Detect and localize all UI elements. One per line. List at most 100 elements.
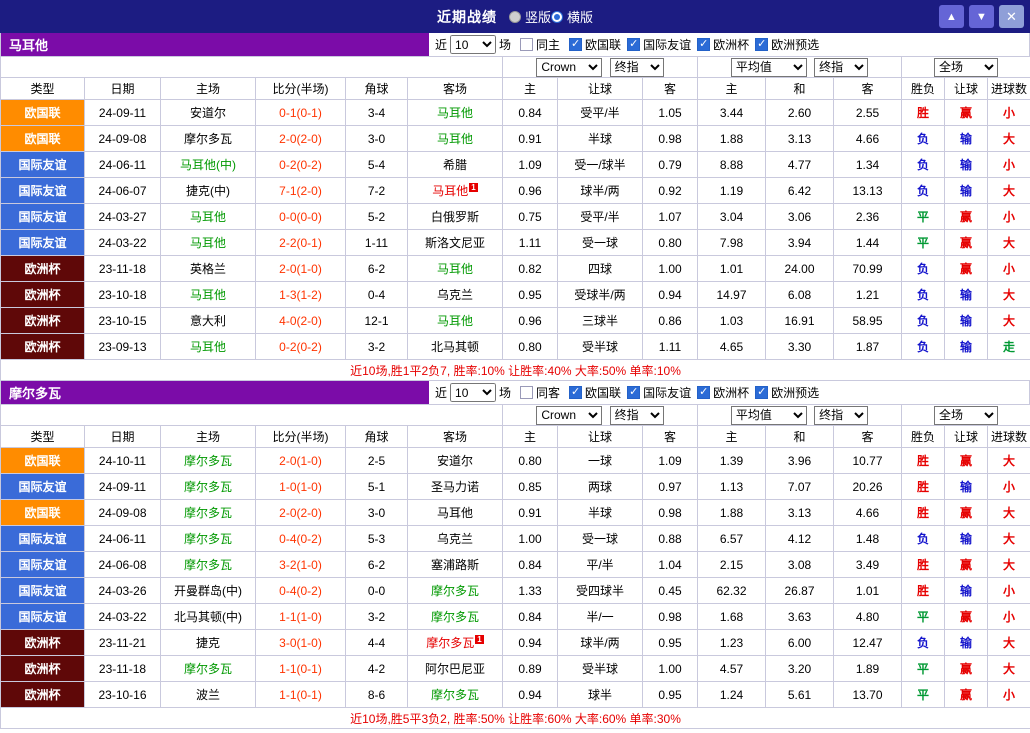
close-button[interactable]: ✕ (999, 5, 1024, 28)
bookmaker-select[interactable]: Crown (536, 405, 603, 425)
home-team-cell: 意大利 (160, 307, 256, 334)
column-header-row: 类型 日期 主场 比分(半场) 角球 客场主让球客主和客胜负 让球 进球数 (0, 77, 1030, 100)
team-label: 马耳他 (436, 106, 473, 120)
scope-select[interactable]: 全场 (934, 405, 999, 425)
radio-label: 竖版 (524, 10, 551, 25)
league-filter-checkbox[interactable]: 欧国联 (569, 36, 621, 53)
away-odds-cell: 0.86 (642, 307, 698, 334)
odds-stage-select[interactable]: 终指 (609, 405, 664, 425)
close-icon: ✕ (1006, 8, 1017, 24)
away-team-cell: 乌克兰 (407, 525, 503, 552)
same-venue-filter[interactable]: 同主 (520, 36, 560, 53)
scroll-down-button[interactable]: ▼ (969, 5, 994, 28)
column-header: 胜负 (901, 425, 946, 448)
average-stage-select[interactable]: 终指 (814, 57, 869, 77)
corner-cell: 1-11 (345, 229, 408, 256)
avg-away-cell: 70.99 (832, 255, 903, 282)
away-odds-cell: 1.04 (642, 551, 698, 578)
score-cell: 2-0(2-0) (255, 499, 346, 526)
handicap-cell: 受半球 (557, 333, 643, 360)
home-team-cell: 捷克 (160, 629, 256, 656)
team-label: 捷克(中) (186, 184, 230, 198)
checkbox-icon (755, 385, 769, 399)
away-team-cell: 马耳他 (407, 307, 503, 334)
handicap-result-cell: 输 (944, 577, 989, 604)
team-label: 马耳他 1 (432, 183, 478, 198)
away-odds-cell: 0.95 (642, 629, 698, 656)
down-arrow-icon: ▼ (976, 10, 987, 23)
team-label: 安道尔 (189, 106, 226, 120)
outcome-cell: 胜 (901, 447, 946, 474)
column-header: 比分(半场) (255, 77, 346, 100)
corner-cell: 0-0 (345, 577, 408, 604)
avg-draw-cell: 26.87 (765, 577, 834, 604)
avg-home-cell: 1.13 (697, 473, 766, 500)
team-section: 马耳他 近 10 场 同主 欧国联国际友谊欧洲杯欧洲预选 (0, 33, 1030, 381)
avg-away-cell: 1.89 (832, 655, 903, 682)
sections-container: 马耳他 近 10 场 同主 欧国联国际友谊欧洲杯欧洲预选 (0, 33, 1030, 729)
avg-away-cell: 4.80 (832, 603, 903, 630)
same-venue-filter[interactable]: 同客 (520, 384, 560, 401)
home-odds-cell: 0.96 (502, 307, 558, 334)
home-team-cell: 马耳他(中) (160, 151, 256, 178)
home-team-cell: 马耳他 (160, 229, 256, 256)
outcome-cell: 负 (901, 151, 946, 178)
match-row: 国际友谊 24-06-11 摩尔多瓦 0-4(0-2) 5-3 乌克兰 1.00 受一球 0.8… (0, 525, 1030, 552)
matches-table: Crown 终指 平均值 终指 全场 类型 日期 主场 比分(半场) 角球 客场主让球客主… (0, 56, 1030, 381)
league-filter-checkbox[interactable]: 欧国联 (569, 384, 621, 401)
league-cell: 欧洲杯 (0, 307, 85, 334)
league-filter-checkbox[interactable]: 国际友谊 (627, 36, 691, 53)
avg-away-cell: 4.66 (832, 125, 903, 152)
layout-radio-horizontal[interactable]: 横版 (551, 7, 593, 26)
bookmaker-select[interactable]: Crown (536, 57, 603, 77)
score-cell: 0-4(0-2) (255, 525, 346, 552)
avg-away-cell: 2.36 (832, 203, 903, 230)
avg-away-cell: 1.48 (832, 525, 903, 552)
outcome-cell: 负 (901, 281, 946, 308)
odds-stage-select[interactable]: 终指 (609, 57, 664, 77)
avg-home-cell: 2.15 (697, 551, 766, 578)
home-team-cell: 摩尔多瓦 (160, 525, 256, 552)
league-filter-checkbox[interactable]: 国际友谊 (627, 384, 691, 401)
league-filter-checkbox[interactable]: 欧洲预选 (755, 384, 819, 401)
average-stage-select[interactable]: 终指 (814, 405, 869, 425)
scope-select[interactable]: 全场 (934, 57, 999, 77)
team-label: 摩尔多瓦 (430, 584, 479, 598)
home-team-cell: 摩尔多瓦 (160, 551, 256, 578)
scroll-up-button[interactable]: ▲ (939, 5, 964, 28)
score-cell: 4-0(2-0) (255, 307, 346, 334)
avg-home-cell: 7.98 (697, 229, 766, 256)
handicap-result-cell: 赢 (944, 99, 989, 126)
team-label: 圣马力诺 (430, 480, 479, 494)
league-filter-checkbox[interactable]: 欧洲杯 (697, 384, 749, 401)
column-header: 让球 (944, 425, 989, 448)
avg-away-cell: 20.26 (832, 473, 903, 500)
layout-radio-vertical[interactable]: 竖版 (508, 7, 551, 26)
recent-count-select[interactable]: 10 (450, 35, 497, 54)
league-filter-label: 国际友谊 (643, 385, 692, 400)
average-select[interactable]: 平均值 (730, 405, 807, 425)
score-cell: 1-0(1-0) (255, 473, 346, 500)
league-filter-checkbox[interactable]: 欧洲预选 (755, 36, 819, 53)
recent-count-select[interactable]: 10 (450, 383, 497, 402)
away-team-cell: 马耳他 (407, 255, 503, 282)
match-row: 国际友谊 24-03-26 开曼群岛(中) 0-4(0-2) 0-0 摩尔多瓦 1.33 受四… (0, 577, 1030, 604)
games-label: 场 (499, 38, 512, 52)
home-odds-cell: 0.94 (502, 629, 558, 656)
away-odds-cell: 0.95 (642, 681, 698, 708)
avg-draw-cell: 24.00 (765, 255, 834, 282)
avg-away-cell: 1.34 (832, 151, 903, 178)
avg-home-cell: 1.24 (697, 681, 766, 708)
league-filter-checkbox[interactable]: 欧洲杯 (697, 36, 749, 53)
home-odds-cell: 1.09 (502, 151, 558, 178)
average-select[interactable]: 平均值 (730, 57, 807, 77)
goals-result-cell: 小 (987, 151, 1030, 178)
checkbox-icon (627, 37, 641, 51)
away-team-cell: 安道尔 (407, 447, 503, 474)
corner-cell: 5-2 (345, 203, 408, 230)
matches-body: 欧国联 24-10-11 摩尔多瓦 2-0(1-0) 2-5 安道尔 0.80 一球 1.09 1… (0, 447, 1030, 708)
column-header: 日期 (84, 425, 161, 448)
handicap-result-cell: 赢 (944, 229, 989, 256)
team-label: 意大利 (189, 314, 226, 328)
team-section: 摩尔多瓦 近 10 场 同客 欧国联国际友谊欧洲杯欧洲预选 (0, 381, 1030, 729)
